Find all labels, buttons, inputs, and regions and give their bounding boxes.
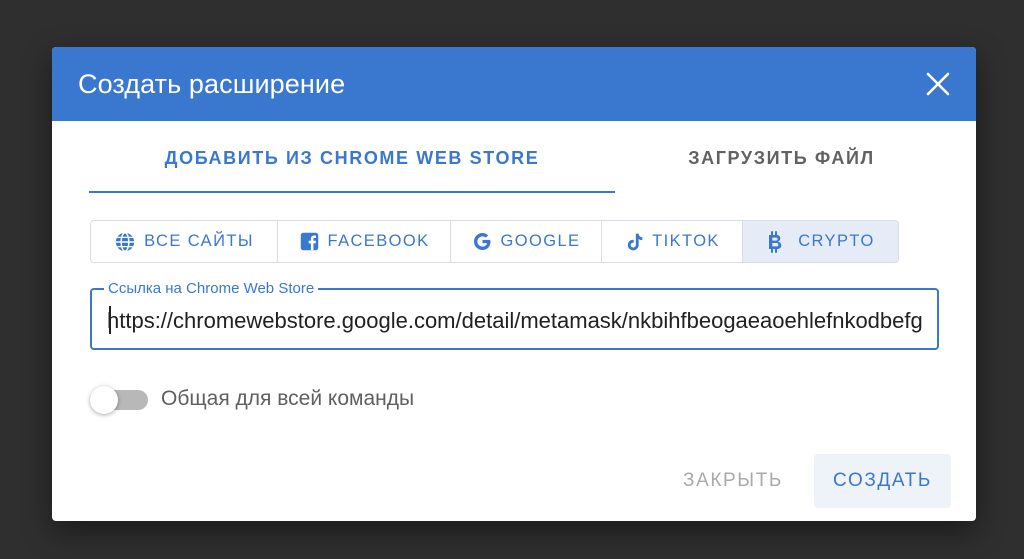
source-tabs: ДОБАВИТЬ ИЗ CHROME WEB STORE ЗАГРУЗИТЬ Ф… [52,121,976,195]
active-tab-indicator [89,191,615,193]
preset-all-sites-button[interactable]: ВСЕ САЙТЫ [91,221,278,262]
preset-label: FACEBOOK [327,232,430,250]
preset-label: ВСЕ САЙТЫ [144,232,254,250]
preset-label: GOOGLE [500,232,581,250]
preset-facebook-button[interactable]: FACEBOOK [278,221,451,262]
close-dialog-button[interactable] [922,68,954,100]
preset-button-group: ВСЕ САЙТЫ FACEBOOK GOOGLE TIKTOK CRYPTO [90,220,899,263]
shared-team-toggle[interactable] [90,381,150,417]
preset-label: CRYPTO [798,232,875,250]
tiktok-icon [627,233,643,250]
store-link-field: Ссылка на Chrome Web Store [90,280,939,350]
create-button[interactable]: СОЗДАТЬ [814,454,951,508]
preset-label: TIKTOK [652,232,720,250]
dialog-header: Создать расширение [52,47,976,121]
store-link-label: Ссылка на Chrome Web Store [104,280,319,298]
store-link-input[interactable] [107,304,922,338]
google-icon [473,233,490,250]
close-button[interactable]: ЗАКРЫТЬ [666,454,800,508]
create-extension-dialog: Создать расширение ДОБАВИТЬ ИЗ CHROME WE… [52,47,976,521]
preset-tiktok-button[interactable]: TIKTOK [602,221,743,262]
globe-icon [115,231,135,252]
facebook-icon [300,232,318,251]
text-cursor [109,306,111,334]
shared-team-label: Общая для всей команды [161,387,415,410]
tab-chrome-web-store[interactable]: ДОБАВИТЬ ИЗ CHROME WEB STORE [89,121,615,195]
preset-crypto-button[interactable]: CRYPTO [743,221,898,262]
bitcoin-icon [769,230,782,253]
preset-google-button[interactable]: GOOGLE [451,221,602,262]
close-icon [926,72,950,96]
shared-team-toggle-row[interactable]: Общая для всей команды [90,381,414,417]
toggle-knob [90,386,118,414]
dialog-title: Создать расширение [78,69,346,99]
tab-upload-file[interactable]: ЗАГРУЗИТЬ ФАЙЛ [615,121,948,195]
